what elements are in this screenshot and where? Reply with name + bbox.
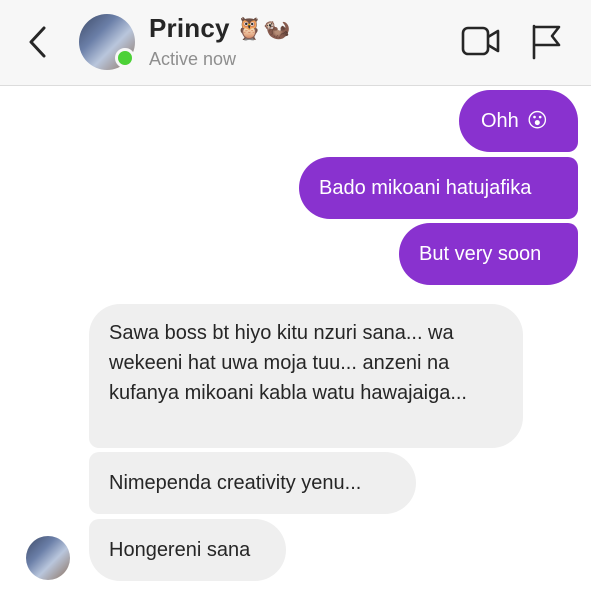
name-emojis: 🦉🦦 [235, 15, 291, 41]
message-bubble-received[interactable]: Hongereni sana [89, 519, 286, 581]
online-status-dot [115, 48, 135, 68]
message-bubble-sent[interactable]: Ohh 😮 [459, 90, 578, 152]
sender-avatar[interactable] [26, 536, 70, 580]
contact-name-row[interactable]: Princy 🦉🦦 [149, 13, 290, 44]
video-camera-icon [461, 26, 500, 56]
message-text: Sawa boss bt hiyo kitu nzuri sana... wa … [109, 322, 467, 404]
contact-avatar[interactable] [79, 14, 135, 70]
message-text: Nimependa creativity yenu... [109, 472, 362, 494]
message-bubble-received[interactable]: Sawa boss bt hiyo kitu nzuri sana... wa … [89, 304, 523, 448]
message-text: Hongereni sana [109, 539, 251, 561]
message-text: But very soon [419, 243, 542, 265]
back-button[interactable] [22, 22, 56, 62]
message-bubble-received[interactable]: Nimependa creativity yenu... [89, 452, 416, 514]
chat-screen: Princy 🦉🦦 Active now Ohh 😮 Bado mikoani … [0, 0, 591, 591]
report-button[interactable] [529, 22, 563, 60]
message-bubble-sent[interactable]: Bado mikoani hatujafika [299, 157, 578, 219]
active-status: Active now [149, 49, 237, 69]
surprised-emoji: 😮 [526, 110, 548, 132]
message-text: Bado mikoani hatujafika [319, 177, 532, 199]
contact-name: Princy [149, 13, 230, 43]
video-call-button[interactable] [460, 24, 502, 58]
chevron-left-icon [29, 26, 46, 58]
message-bubble-sent[interactable]: But very soon [399, 223, 578, 285]
chat-header: Princy 🦉🦦 Active now [0, 0, 591, 86]
message-text: Ohh [481, 110, 519, 132]
flag-icon [532, 24, 561, 60]
